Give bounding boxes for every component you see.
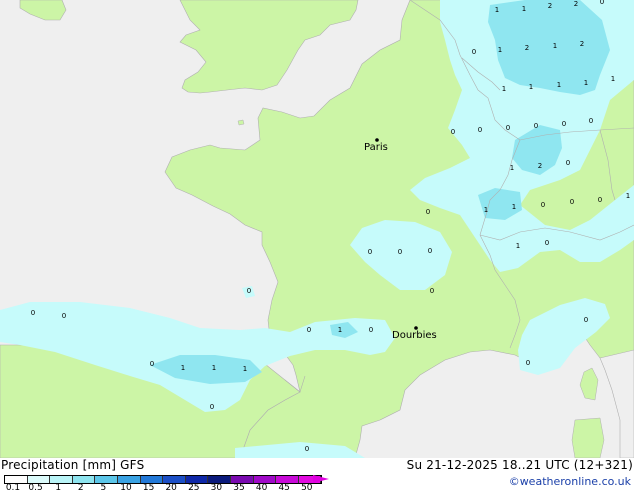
precip-value: 1: [501, 85, 507, 93]
precip-value: 1: [552, 42, 558, 50]
footer: Precipitation [mm] GFS Su 21-12-2025 18.…: [0, 458, 634, 490]
precip-value: 0: [61, 312, 67, 320]
precip-value: 0: [246, 287, 252, 295]
precip-value: 0: [450, 128, 456, 136]
precip-value: 1: [509, 164, 515, 172]
legend-swatch: [27, 476, 51, 483]
precip-value: 0: [561, 120, 567, 128]
precip-value: 0: [599, 0, 605, 6]
legend-arrow-icon: [313, 475, 329, 483]
precip-value: 2: [579, 40, 585, 48]
precip-value: 1: [583, 79, 589, 87]
precip-value: 0: [471, 48, 477, 56]
precip-value: 0: [149, 360, 155, 368]
precip-value: 1: [497, 46, 503, 54]
legend-tick-label: 5: [100, 483, 107, 490]
land-sardinia: [571, 417, 605, 458]
precip-value: 0: [569, 198, 575, 206]
legend-swatch: [185, 476, 209, 483]
legend-tick-label: 30: [210, 483, 223, 490]
product-title: Precipitation [mm] GFS: [1, 458, 145, 472]
precip-value: 1: [211, 364, 217, 372]
precip-value: 1: [483, 206, 489, 214]
precip-value: 0: [425, 208, 431, 216]
legend-tick-label: 15: [142, 483, 155, 490]
precip-value: 0: [397, 248, 403, 256]
precip-value: 0: [306, 326, 312, 334]
legend-swatch: [140, 476, 164, 483]
credit-link[interactable]: ©weatheronline.co.uk: [509, 475, 631, 488]
precip-value: 1: [528, 83, 534, 91]
legend-swatch: [117, 476, 141, 483]
precip-value: 0: [368, 326, 374, 334]
legend-swatch: [276, 476, 299, 483]
precip-value: 0: [209, 403, 215, 411]
precip-value: 1: [494, 6, 500, 14]
precip-value: 0: [565, 159, 571, 167]
legend-tick-label: 1: [55, 483, 62, 490]
map-canvas: [0, 0, 634, 458]
legend-swatch: [253, 476, 277, 483]
legend-swatch: [72, 476, 96, 483]
precip-value: 0: [427, 247, 433, 255]
legend-tick-label: 10: [120, 483, 132, 490]
precip-value: 0: [505, 124, 511, 132]
precip-value: 2: [524, 44, 530, 52]
precip-value: 1: [556, 81, 562, 89]
legend-swatch: [95, 476, 118, 483]
legend-tick-label: 35: [233, 483, 245, 490]
precip-value: 1: [242, 365, 248, 373]
city-label-dourbies: Dourbies: [392, 330, 437, 341]
precip-value: 2: [537, 162, 543, 170]
legend-tick-label: 2: [77, 483, 84, 490]
legend-swatch: [163, 476, 186, 483]
precip-value: 1: [180, 364, 186, 372]
legend-swatch: [50, 476, 73, 483]
precip-value: 1: [337, 326, 343, 334]
precip-value: 0: [540, 201, 546, 209]
precip-value: 0: [544, 239, 550, 247]
precip-value: 1: [515, 242, 521, 250]
precip-value: 0: [304, 445, 310, 453]
weather-map: Paris Dourbies 1 1 2 2 0 0 1 2 1 2 1 1 1…: [0, 0, 634, 490]
precip-value: 0: [477, 126, 483, 134]
precip-value: 1: [511, 203, 517, 211]
valid-time: Su 21-12-2025 18..21 UTC (12+321): [406, 458, 633, 472]
legend-tick-label: 20: [165, 483, 177, 490]
legend-swatch: [230, 476, 254, 483]
city-label-paris: Paris: [364, 142, 388, 153]
precip-value: 1: [521, 5, 527, 13]
legend-tick-label: 50: [301, 483, 313, 490]
legend-tick-label: 0.1: [5, 483, 21, 490]
precip-value: 2: [547, 2, 553, 10]
precip-value: 2: [573, 0, 579, 8]
precip-value: 1: [610, 75, 616, 83]
legend-tick-label: 45: [278, 483, 290, 490]
legend-ticks: 0.1 0.5 1 2 5 10 15 20 25 30 35 40 45 50: [0, 483, 340, 490]
precip-value: 0: [597, 196, 603, 204]
precip-value: 0: [588, 117, 594, 125]
precip-value: 0: [533, 122, 539, 130]
precip-value: 0: [30, 309, 36, 317]
legend-swatch: [5, 476, 28, 483]
precip-value: 1: [625, 192, 631, 200]
precip-value: 0: [583, 316, 589, 324]
precip-value: 0: [367, 248, 373, 256]
legend-tick-label: 0.5: [28, 483, 43, 490]
land-jersey: [237, 119, 245, 126]
legend-tick-label: 25: [188, 483, 200, 490]
precip-value: 0: [429, 287, 435, 295]
legend-tick-label: 40: [255, 483, 268, 490]
legend-swatch: [208, 476, 231, 483]
precip-value: 0: [525, 359, 531, 367]
